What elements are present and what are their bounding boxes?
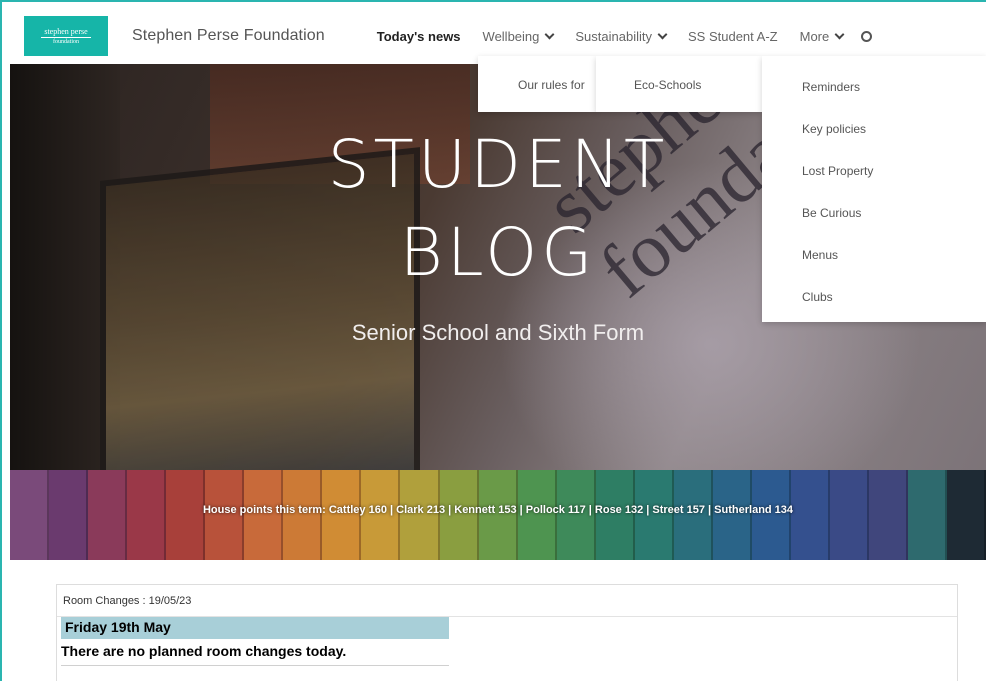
nav-label: SS Student A-Z <box>688 28 778 44</box>
main-nav: Today's news Wellbeing Sustainability SS… <box>377 28 873 44</box>
dropdown-item-be-curious[interactable]: Be Curious <box>762 192 986 234</box>
dropdown-item-eco-schools[interactable]: Eco-Schools <box>596 56 762 92</box>
chevron-down-icon <box>544 29 555 39</box>
search-icon[interactable] <box>861 30 873 42</box>
dropdown-item-lost-property[interactable]: Lost Property <box>762 150 986 192</box>
sustainability-dropdown: Eco-Schools <box>596 56 762 112</box>
site-logo[interactable]: stephen perse foundation <box>24 16 108 56</box>
chevron-down-icon <box>657 29 668 39</box>
house-points-banner: House points this term: Cattley 160 | Cl… <box>202 504 794 516</box>
hero-subtitle: Senior School and Sixth Form <box>351 320 645 345</box>
nav-item-todays-news[interactable]: Today's news <box>377 29 461 44</box>
main-content: Room Changes : 19/05/23 Friday 19th May … <box>10 560 986 681</box>
nav-item-sustainability[interactable]: Sustainability <box>575 28 668 44</box>
room-changes-title: Room Changes : 19/05/23 <box>57 585 957 617</box>
dropdown-item-clubs[interactable]: Clubs <box>762 276 986 318</box>
divider <box>61 665 449 666</box>
nav-label: More <box>799 28 830 44</box>
dropdown-item-key-policies[interactable]: Key policies <box>762 108 986 150</box>
nav-label: Sustainability <box>575 28 652 44</box>
logo-line-1: stephen perse <box>41 27 91 38</box>
dropdown-item-our-rules[interactable]: Our rules for <box>478 56 596 92</box>
nav-item-ss-student-a-z[interactable]: SS Student A-Z <box>688 29 778 44</box>
wellbeing-dropdown: Our rules for <box>478 56 596 112</box>
day-header: Friday 19th May <box>61 617 449 639</box>
room-changes-message: There are no planned room changes today. <box>61 643 347 659</box>
nav-item-wellbeing[interactable]: Wellbeing <box>482 28 555 44</box>
dropdown-item-reminders[interactable]: Reminders <box>762 66 986 108</box>
nav-label: Wellbeing <box>482 28 540 44</box>
more-dropdown: Reminders Key policies Lost Property Be … <box>762 56 986 322</box>
logo-line-2: foundation <box>53 38 79 45</box>
dropdown-item-menus[interactable]: Menus <box>762 234 986 276</box>
nav-item-more[interactable]: More <box>799 28 845 44</box>
chevron-down-icon <box>834 29 845 39</box>
room-changes-card: Room Changes : 19/05/23 Friday 19th May … <box>56 584 958 681</box>
site-name[interactable]: Stephen Perse Foundation <box>132 27 325 45</box>
nav-label: Today's news <box>376 28 461 44</box>
